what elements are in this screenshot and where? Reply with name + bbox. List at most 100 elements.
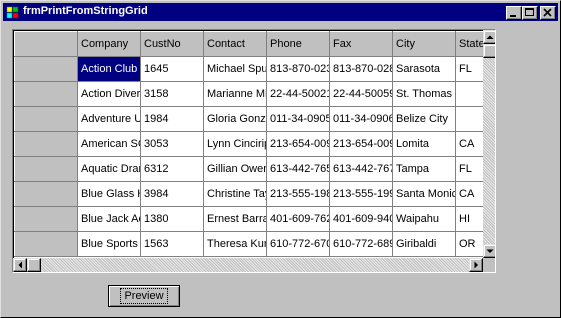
grid-cell[interactable]: 401-609-7623 (266, 206, 330, 232)
app-icon (6, 6, 19, 19)
grid-cell[interactable]: 401-609-9403 (329, 206, 393, 232)
grid-cell[interactable]: Marianne Miles (203, 81, 267, 107)
window-title: frmPrintFromStringGrid (23, 5, 148, 17)
column-header[interactable]: Phone (266, 31, 330, 57)
grid-cell[interactable] (455, 106, 485, 132)
grid-cell[interactable]: Gloria Gonzales (203, 106, 267, 132)
grid-cell[interactable]: 213-555-1984 (266, 181, 330, 207)
scroll-right-button[interactable] (469, 258, 483, 272)
table-row: Action Club 1645 Michael Spurl 813-870-0… (14, 56, 485, 82)
minimize-button[interactable] (506, 6, 522, 20)
column-header[interactable]: CustNo (140, 31, 204, 57)
grid-cell[interactable]: Waipahu (392, 206, 456, 232)
grid-cell[interactable]: Adventure Und (77, 106, 141, 132)
row-indicator[interactable] (14, 106, 78, 132)
grid-cell[interactable]: 613-442-7654 (266, 156, 330, 182)
grid-cell[interactable]: Tampa (392, 156, 456, 182)
grid-cell[interactable]: 3158 (140, 81, 204, 107)
grid-cell[interactable]: Michael Spurl (203, 56, 267, 82)
grid-cell[interactable]: Santa Monica (392, 181, 456, 207)
grid-cell[interactable]: 3053 (140, 131, 204, 157)
column-header[interactable]: State (455, 31, 485, 57)
grid-cell[interactable]: 213-555-1995 (329, 181, 393, 207)
row-indicator[interactable] (14, 81, 78, 107)
grid-cell[interactable]: FL (455, 156, 485, 182)
grid-cell[interactable]: Blue Jack Ac (77, 206, 141, 232)
grid-cell[interactable]: 613-442-7678 (329, 156, 393, 182)
grid-cell[interactable]: 011-34-09064 (329, 106, 393, 132)
grid-cell[interactable]: 610-772-6898 (329, 231, 393, 257)
grid-table: Company CustNo Contact Phone Fax City St… (14, 31, 485, 257)
horizontal-scrollbar[interactable] (13, 258, 483, 272)
scrollbar-corner (483, 258, 495, 272)
column-header[interactable]: Fax (329, 31, 393, 57)
maximize-icon (525, 8, 534, 16)
table-row: Adventure Und 1984 Gloria Gonzales 011-3… (14, 106, 485, 132)
grid-cell[interactable]: 610-772-6704 (266, 231, 330, 257)
maximize-button[interactable] (522, 6, 538, 20)
preview-button-label: Preview (120, 288, 168, 304)
grid-cell[interactable]: 213-654-0092 (266, 131, 330, 157)
column-header[interactable]: City (392, 31, 456, 57)
scroll-up-button[interactable] (483, 30, 495, 44)
grid-cell[interactable]: St. Thomas (392, 81, 456, 107)
grid-cell[interactable]: 011-34-09054 (266, 106, 330, 132)
grid-corner-cell (14, 31, 78, 57)
grid-cell[interactable]: 1984 (140, 106, 204, 132)
row-indicator[interactable] (14, 131, 78, 157)
grid-cell[interactable]: Action Diver (77, 81, 141, 107)
grid-cell[interactable]: Christine Taylor (203, 181, 267, 207)
table-row: American SCU 3053 Lynn Cinciripini 213-6… (14, 131, 485, 157)
grid-cell[interactable]: 1645 (140, 56, 204, 82)
grid-cell[interactable]: Sarasota (392, 56, 456, 82)
grid-cell[interactable]: 213-654-0095 (329, 131, 393, 157)
grid-cell[interactable]: 1380 (140, 206, 204, 232)
grid-cell[interactable]: CA (455, 131, 485, 157)
horizontal-scroll-thumb[interactable] (27, 258, 41, 272)
grid-cell[interactable]: 813-870-0239 (266, 56, 330, 82)
grid-cell[interactable]: Theresa Kunec (203, 231, 267, 257)
column-header[interactable]: Company (77, 31, 141, 57)
header-row: Company CustNo Contact Phone Fax City St… (14, 31, 485, 57)
row-indicator[interactable] (14, 156, 78, 182)
close-button[interactable] (540, 6, 556, 20)
row-indicator[interactable] (14, 181, 78, 207)
column-header[interactable]: Contact (203, 31, 267, 57)
table-row: Blue Jack Ac 1380 Ernest Barratt 401-609… (14, 206, 485, 232)
grid-cell[interactable]: Ernest Barratt (203, 206, 267, 232)
grid-cell-selected[interactable]: Action Club (77, 56, 141, 82)
preview-button[interactable]: Preview (108, 285, 180, 307)
grid-cell[interactable]: CA (455, 181, 485, 207)
grid-cell[interactable]: 6312 (140, 156, 204, 182)
row-indicator[interactable] (14, 206, 78, 232)
up-arrow-icon (486, 35, 494, 39)
grid-cell[interactable]: American SCU (77, 131, 141, 157)
row-indicator[interactable] (14, 231, 78, 257)
grid-cell[interactable]: Gillian Owen (203, 156, 267, 182)
scroll-down-button[interactable] (483, 244, 495, 258)
grid-cell[interactable]: 1563 (140, 231, 204, 257)
grid-cell[interactable]: 3984 (140, 181, 204, 207)
grid-cell[interactable]: 22-44-500596 (329, 81, 393, 107)
vertical-scroll-thumb[interactable] (483, 44, 495, 58)
grid-cell[interactable]: FL (455, 56, 485, 82)
row-indicator[interactable] (14, 56, 78, 82)
string-grid[interactable]: Company CustNo Contact Phone Fax City St… (12, 29, 496, 273)
down-arrow-icon (486, 249, 494, 253)
grid-cell[interactable] (455, 81, 485, 107)
grid-cell[interactable]: Aquatic Drama (77, 156, 141, 182)
grid-cell[interactable]: 22-44-500211 (266, 81, 330, 107)
grid-cell[interactable]: Belize City (392, 106, 456, 132)
title-bar[interactable]: frmPrintFromStringGrid (3, 3, 558, 21)
grid-cell[interactable]: Blue Glass H (77, 181, 141, 207)
grid-cell[interactable]: OR (455, 231, 485, 257)
grid-cell[interactable]: 813-870-0282 (329, 56, 393, 82)
vertical-scrollbar[interactable] (483, 30, 495, 258)
table-row: Blue Sports 1563 Theresa Kunec 610-772-6… (14, 231, 485, 257)
scroll-left-button[interactable] (13, 258, 27, 272)
grid-cell[interactable]: Lynn Cinciripini (203, 131, 267, 157)
grid-cell[interactable]: HI (455, 206, 485, 232)
grid-cell[interactable]: Lomita (392, 131, 456, 157)
grid-cell[interactable]: Blue Sports (77, 231, 141, 257)
grid-cell[interactable]: Giribaldi (392, 231, 456, 257)
